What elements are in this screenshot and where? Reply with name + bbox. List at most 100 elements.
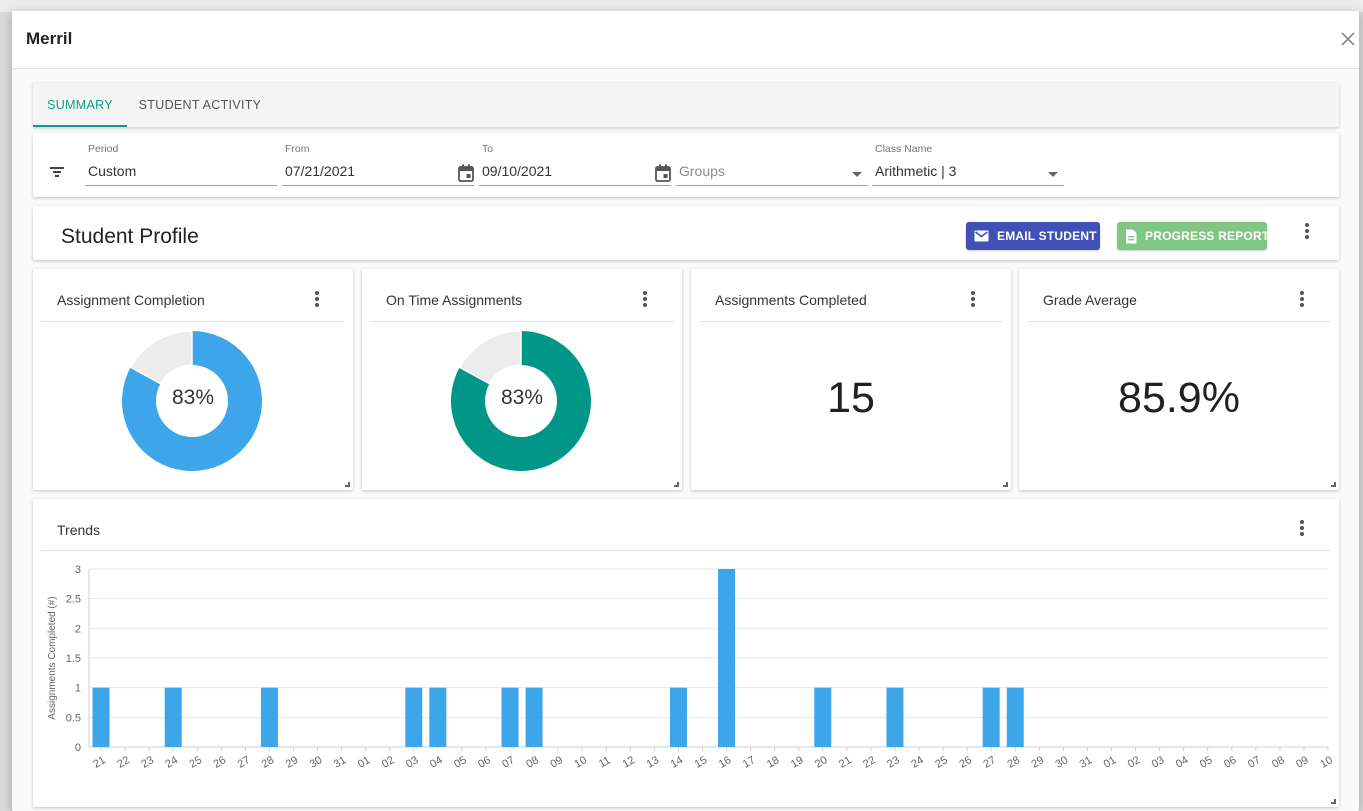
x-tick-label: 06 <box>476 754 493 771</box>
tab-student-activity[interactable]: Student Activity <box>133 83 267 127</box>
x-tick-label: 03 <box>1150 754 1167 771</box>
card-title: Grade Average <box>1043 292 1137 308</box>
from-value: 07/21/2021 <box>285 163 356 179</box>
from-date-field[interactable]: From 07/21/2021 <box>282 143 474 187</box>
y-axis-label: Assignments Completed (#) <box>47 596 58 719</box>
x-tick-label: 04 <box>428 754 445 771</box>
tab-bar: Summary Student Activity <box>33 83 1339 127</box>
bar[interactable] <box>260 687 278 747</box>
y-tick-label: 1.5 <box>66 653 81 665</box>
resize-handle[interactable] <box>1331 482 1336 487</box>
x-tick-label: 22 <box>861 754 878 771</box>
modal-content: Summary Student Activity Period Custom F… <box>12 69 1359 811</box>
x-tick-label: 23 <box>885 754 902 771</box>
more-options-icon[interactable] <box>642 291 648 311</box>
filter-icon[interactable] <box>49 165 65 179</box>
y-tick-label: 3 <box>75 564 81 576</box>
period-value: Custom <box>88 163 137 179</box>
bar[interactable] <box>669 687 687 747</box>
to-label: To <box>482 143 494 155</box>
x-tick-label: 12 <box>621 754 638 771</box>
x-tick-label: 09 <box>548 754 565 771</box>
calendar-icon[interactable] <box>458 164 474 182</box>
on-time-percent: 83% <box>500 386 544 409</box>
divider <box>370 321 673 322</box>
x-tick-label: 15 <box>693 754 710 771</box>
more-options-icon[interactable] <box>1299 291 1305 311</box>
x-tick-label: 23 <box>139 754 156 771</box>
bar[interactable] <box>886 687 904 747</box>
resize-handle[interactable] <box>1331 799 1336 804</box>
y-tick-label: 0.5 <box>66 712 81 724</box>
x-tick-label: 01 <box>356 754 373 771</box>
x-tick-label: 08 <box>524 754 541 771</box>
student-profile-header: Student Profile Email Student Progress R… <box>33 206 1339 260</box>
y-tick-label: 0 <box>75 742 81 754</box>
bar[interactable] <box>814 687 832 747</box>
x-tick-label: 10 <box>1318 754 1335 771</box>
bar[interactable] <box>1006 687 1024 747</box>
more-options-icon[interactable] <box>314 291 320 311</box>
bar[interactable] <box>501 687 519 747</box>
chevron-down-icon <box>852 172 862 177</box>
x-tick-label: 25 <box>187 754 204 771</box>
divider <box>699 321 1002 322</box>
x-tick-label: 07 <box>1246 754 1263 771</box>
x-tick-label: 29 <box>284 754 301 771</box>
x-tick-label: 27 <box>236 754 253 771</box>
progress-report-label: Progress Report <box>1145 229 1270 243</box>
x-tick-label: 30 <box>1054 754 1071 771</box>
tab-summary[interactable]: Summary <box>33 83 127 127</box>
x-tick-label: 28 <box>260 754 277 771</box>
x-tick-label: 10 <box>572 754 589 771</box>
x-tick-label: 08 <box>1270 754 1287 771</box>
period-select[interactable]: Period Custom <box>85 143 277 187</box>
x-tick-label: 11 <box>597 754 613 770</box>
bar[interactable] <box>525 687 543 747</box>
progress-report-button[interactable]: Progress Report <box>1117 222 1270 250</box>
x-tick-label: 26 <box>212 754 229 771</box>
more-options-icon[interactable] <box>1299 520 1305 540</box>
x-tick-label: 21 <box>91 754 108 771</box>
email-student-button[interactable]: Email Student <box>966 222 1100 250</box>
more-options-icon[interactable] <box>1304 223 1310 243</box>
bar[interactable] <box>164 687 182 747</box>
class-name-select[interactable]: Class Name Arithmetic | 3 <box>872 143 1064 187</box>
resize-handle[interactable] <box>674 482 679 487</box>
y-tick-label: 1 <box>75 683 81 695</box>
more-options-icon[interactable] <box>970 291 976 311</box>
x-tick-label: 24 <box>909 754 926 771</box>
to-date-field[interactable]: To 09/10/2021 <box>479 143 671 187</box>
bar[interactable] <box>982 687 1000 747</box>
x-tick-label: 20 <box>813 754 830 771</box>
close-icon[interactable] <box>1339 30 1357 48</box>
resize-handle[interactable] <box>345 482 350 487</box>
x-tick-label: 03 <box>404 754 421 771</box>
modal-header: Merril <box>12 11 1359 69</box>
bar[interactable] <box>718 569 736 747</box>
document-icon <box>1125 229 1137 244</box>
x-tick-label: 22 <box>115 754 132 771</box>
x-tick-label: 18 <box>765 754 782 771</box>
groups-select[interactable]: Groups <box>676 143 868 187</box>
x-tick-label: 05 <box>452 754 469 771</box>
period-label: Period <box>88 143 119 155</box>
card-title: Trends <box>57 522 101 538</box>
x-tick-label: 30 <box>308 754 325 771</box>
from-label: From <box>285 143 310 155</box>
bar[interactable] <box>429 687 447 747</box>
divider <box>41 550 1330 551</box>
bar[interactable] <box>92 687 110 747</box>
bar[interactable] <box>405 687 423 747</box>
x-tick-label: 28 <box>1005 754 1022 771</box>
card-title: On Time Assignments <box>386 292 523 308</box>
calendar-icon[interactable] <box>655 164 671 182</box>
email-student-label: Email Student <box>997 229 1097 243</box>
x-tick-label: 27 <box>981 754 998 771</box>
page-title: Student Profile <box>61 225 199 248</box>
groups-placeholder: Groups <box>679 163 725 179</box>
x-tick-label: 19 <box>789 754 806 771</box>
trends-bar-chart: 0 0.5 1 1.5 2 2.5 3 Assignments Completed (#) 21… <box>47 564 1335 771</box>
resize-handle[interactable] <box>1003 482 1008 487</box>
x-tick-label: 26 <box>957 754 974 771</box>
